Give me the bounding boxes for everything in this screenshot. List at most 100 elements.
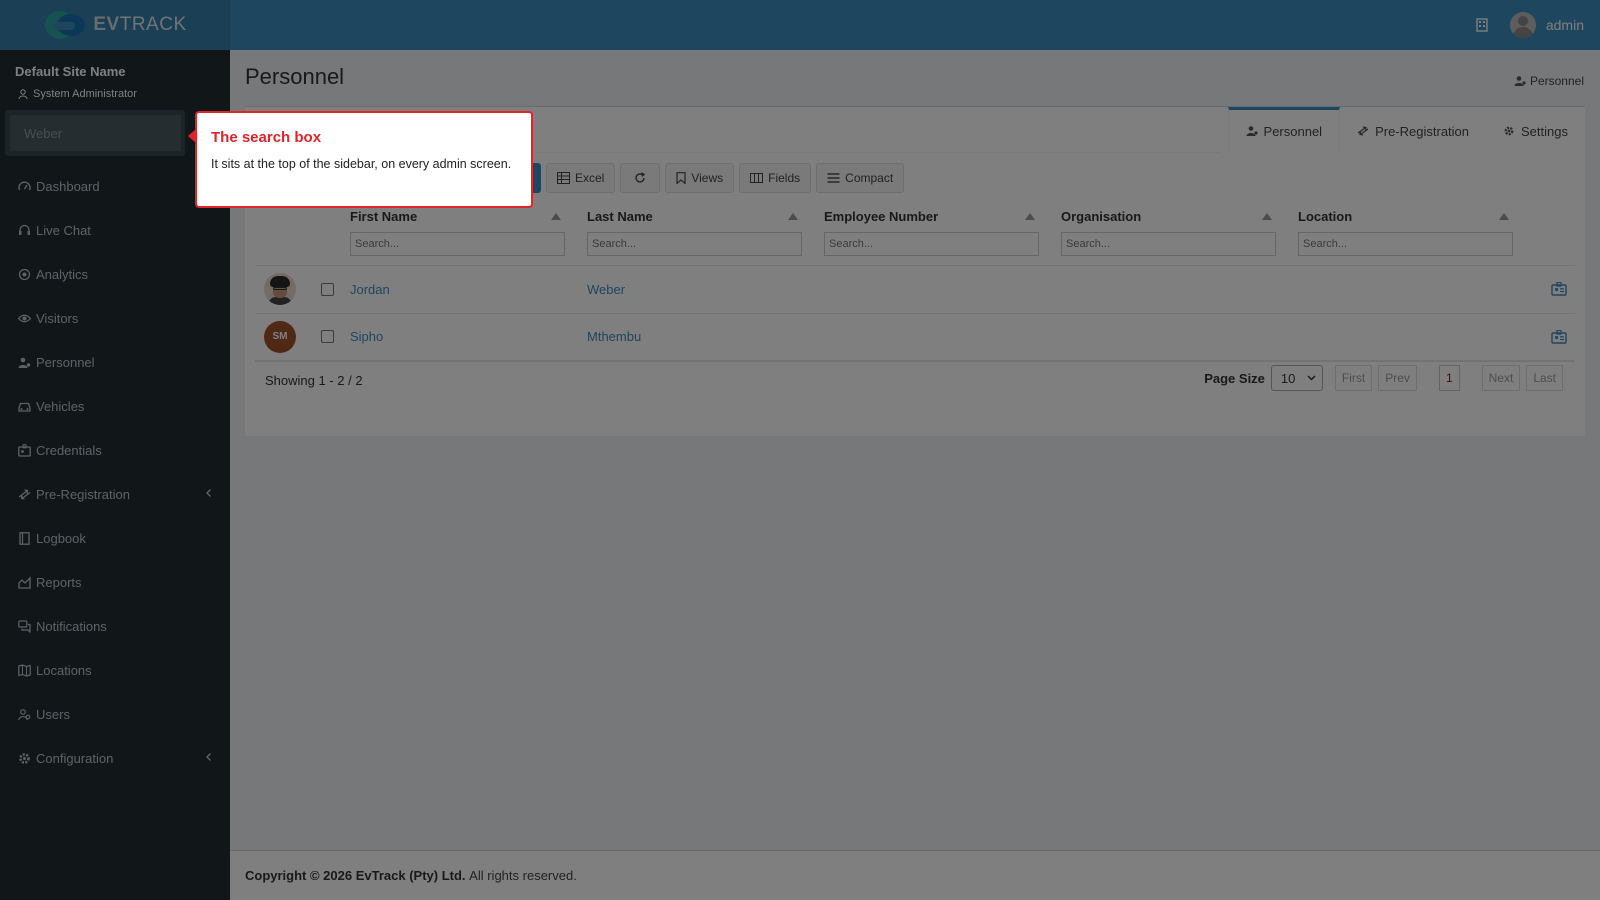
column-header-last-name[interactable]: Last Name xyxy=(587,209,802,256)
user-gear-icon xyxy=(1514,76,1526,86)
excel-button[interactable]: Excel xyxy=(546,163,616,193)
filter-organisation[interactable] xyxy=(1061,232,1276,256)
user-icon xyxy=(18,89,28,99)
copyright-text: Copyright © 2026 xyxy=(245,868,353,883)
column-header-employee-number[interactable]: Employee Number xyxy=(824,209,1039,256)
logo[interactable]: EVTRACK xyxy=(0,0,230,50)
id-badge-icon[interactable] xyxy=(1551,329,1567,344)
sidebar-item-label: Users xyxy=(36,706,70,722)
sidebar-item-locations[interactable]: Locations xyxy=(0,648,230,692)
sidebar-item-label: Locations xyxy=(36,662,92,678)
organisation-cell xyxy=(1061,312,1298,362)
sidebar-item-vehicles[interactable]: Vehicles xyxy=(0,384,230,428)
eye-icon xyxy=(18,314,31,322)
gear-icon xyxy=(19,752,30,764)
sidebar-item-personnel[interactable]: Personnel xyxy=(0,340,230,384)
user-menu[interactable]: admin xyxy=(1509,12,1584,38)
sidebar-item-analytics[interactable]: Analytics xyxy=(0,252,230,296)
refresh-icon xyxy=(635,172,646,183)
user-role: System Administrator xyxy=(18,88,137,100)
sort-icon[interactable] xyxy=(1025,213,1035,220)
sidebar-item-configuration[interactable]: Configuration xyxy=(0,736,230,780)
pager-last-button[interactable]: Last xyxy=(1526,365,1563,391)
sidebar-item-label: Dashboard xyxy=(36,178,100,194)
location-cell xyxy=(1298,264,1535,313)
sidebar-item-credentials[interactable]: Credentials xyxy=(0,428,230,472)
views-button[interactable]: Views xyxy=(665,163,735,193)
sort-icon[interactable] xyxy=(1499,213,1509,220)
row-checkbox[interactable] xyxy=(321,282,334,296)
callout-pointer xyxy=(188,129,196,143)
gear-icon xyxy=(1504,126,1514,136)
sidebar-item-logbook[interactable]: Logbook xyxy=(0,516,230,560)
compact-button[interactable]: Compact xyxy=(816,163,905,193)
pager-prev-button[interactable]: Prev xyxy=(1378,365,1417,391)
employee-number-cell xyxy=(824,264,1061,313)
pager-current-page[interactable]: 1 xyxy=(1438,365,1460,391)
sidebar-item-visitors[interactable]: Visitors xyxy=(0,296,230,340)
table-row[interactable]: SM Sipho Mthembu xyxy=(255,312,1575,362)
user-gear-icon xyxy=(18,357,31,368)
tab-pre-registration[interactable]: Pre-Registration xyxy=(1340,107,1486,152)
pager-next-button[interactable]: Next xyxy=(1481,365,1521,391)
organisation-cell xyxy=(1061,264,1298,313)
row-checkbox[interactable] xyxy=(321,330,334,344)
sidebar-item-live-chat[interactable]: Live Chat xyxy=(0,208,230,252)
table-icon xyxy=(557,172,570,184)
table-row[interactable]: Jordan Weber xyxy=(255,264,1575,313)
filter-first-name[interactable] xyxy=(350,232,565,256)
sidebar-item-label: Notifications xyxy=(36,618,107,634)
arrows-icon xyxy=(1357,126,1369,136)
breadcrumb[interactable]: Personnel xyxy=(1514,74,1584,88)
sort-icon[interactable] xyxy=(788,213,798,220)
sort-icon[interactable] xyxy=(551,213,561,220)
callout-body: It sits at the top of the sidebar, on ev… xyxy=(211,157,512,171)
id-badge-icon[interactable] xyxy=(1551,282,1567,296)
column-header-organisation[interactable]: Organisation xyxy=(1061,209,1276,256)
footer: Copyright © 2026 EvTrack (Pty) Ltd. All … xyxy=(230,850,1600,900)
tab-settings[interactable]: Settings xyxy=(1486,107,1585,152)
sort-icon[interactable] xyxy=(1262,213,1272,220)
map-icon xyxy=(18,663,31,677)
filter-last-name[interactable] xyxy=(587,232,802,256)
sidebar-item-label: Configuration xyxy=(36,750,114,766)
arrows-icon xyxy=(18,488,31,500)
sidebar-item-label: Credentials xyxy=(36,442,102,458)
fields-button[interactable]: Fields xyxy=(739,163,812,193)
filter-location[interactable] xyxy=(1298,232,1513,256)
users-icon xyxy=(18,708,31,720)
pager-first-button[interactable]: First xyxy=(1334,365,1373,391)
filter-employee-number[interactable] xyxy=(824,232,1039,256)
sidebar-item-users[interactable]: Users xyxy=(0,692,230,736)
action-column-header xyxy=(1535,205,1575,256)
sidebar-item-pre-registration[interactable]: Pre-Registration xyxy=(0,472,230,516)
callout-title: The search box xyxy=(211,129,322,146)
column-header-first-name[interactable]: First Name xyxy=(350,209,565,256)
first-name-link[interactable]: Sipho xyxy=(350,329,383,344)
first-name-link[interactable]: Jordan xyxy=(350,282,390,297)
company-link[interactable]: EvTrack (Pty) Ltd. xyxy=(356,868,466,883)
last-name-link[interactable]: Weber xyxy=(587,282,625,297)
building-icon[interactable] xyxy=(1476,18,1488,32)
sidebar-search-input[interactable] xyxy=(10,115,181,151)
column-header-location[interactable]: Location xyxy=(1298,209,1513,256)
sidebar-item-reports[interactable]: Reports xyxy=(0,560,230,604)
refresh-button[interactable] xyxy=(620,163,661,193)
page-title: Personnel xyxy=(245,64,345,89)
tour-callout: The search box It sits at the top of the… xyxy=(188,111,533,208)
employee-number-cell xyxy=(824,312,1061,362)
car-icon xyxy=(18,402,31,412)
book-icon xyxy=(19,531,30,545)
tab-personnel[interactable]: Personnel xyxy=(1227,107,1341,152)
chart-icon xyxy=(18,575,31,589)
sidebar-item-label: Visitors xyxy=(36,310,79,326)
page-size-select[interactable]: 10 xyxy=(1270,365,1323,391)
tab-bar: Personnel Pre-Registration Settings xyxy=(1227,107,1585,152)
sidebar-item-notifications[interactable]: Notifications xyxy=(0,604,230,648)
chevron-down-icon xyxy=(1307,375,1316,381)
sidebar-menu: Dashboard Live Chat Analytics Visitors Perso… xyxy=(0,164,230,780)
record-count: Showing 1 - 2 / 2 xyxy=(265,373,363,388)
last-name-link[interactable]: Mthembu xyxy=(587,329,641,344)
top-navbar: EVTRACK admin xyxy=(0,0,1600,50)
rights-text: All rights reserved. xyxy=(469,868,577,883)
